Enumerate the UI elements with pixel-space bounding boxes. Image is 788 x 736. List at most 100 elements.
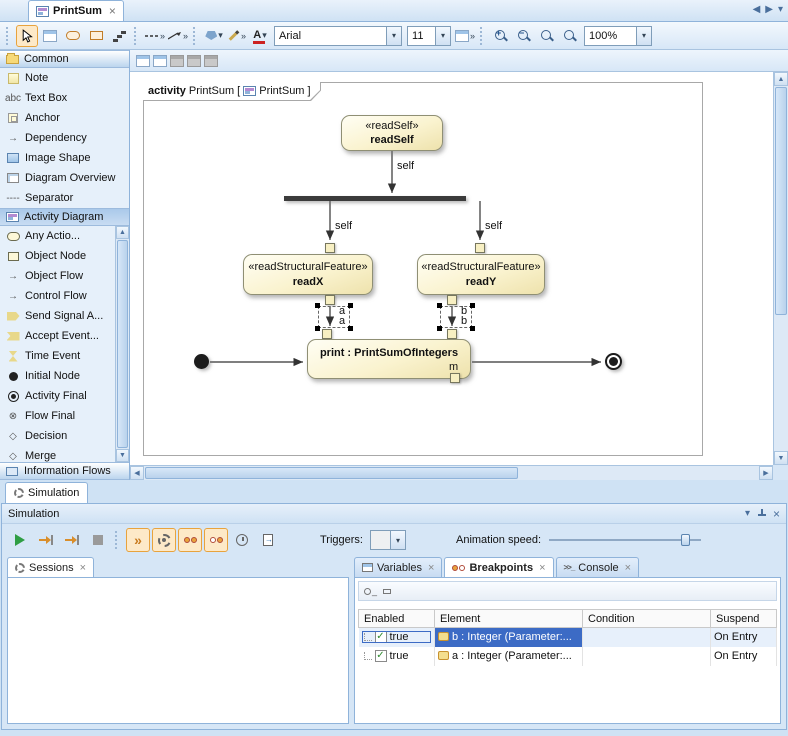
output-pin-ready[interactable]: [447, 295, 457, 305]
step-into-button[interactable]: [34, 528, 58, 552]
lasso-select-button[interactable]: [39, 25, 61, 47]
tab-console[interactable]: >>_ Console ×: [556, 557, 640, 577]
sidebar-item-image-shape[interactable]: Image Shape: [0, 148, 129, 168]
align-right-button[interactable]: [204, 55, 218, 67]
tab-simulation[interactable]: Simulation: [5, 482, 88, 503]
activity-final-node[interactable]: [605, 353, 622, 370]
scroll-right-icon[interactable]: ▶: [759, 466, 773, 480]
input-pin-readx[interactable]: [325, 243, 335, 253]
selection-handle[interactable]: [437, 326, 442, 331]
sidebar-item-flow-final[interactable]: ⊗Flow Final: [0, 406, 115, 426]
node-print[interactable]: print : PrintSumOfIntegers: [307, 339, 471, 379]
enabled-checkbox[interactable]: ✓: [375, 650, 387, 662]
sidebar-item-time-event[interactable]: Time Event: [0, 346, 115, 366]
zoom-in-button[interactable]: +: [490, 25, 512, 47]
close-icon[interactable]: ×: [109, 4, 116, 18]
close-icon[interactable]: ×: [773, 507, 780, 521]
scrollbar-thumb[interactable]: [117, 240, 128, 448]
sidebar-item-merge[interactable]: ◇Merge: [0, 446, 115, 462]
diagram-canvas[interactable]: activity PrintSum [ PrintSum ]: [130, 72, 788, 480]
sessions-content[interactable]: [7, 577, 349, 724]
tab-list-icon[interactable]: ▾: [778, 4, 783, 15]
selection-handle[interactable]: [437, 303, 442, 308]
font-size-combobox[interactable]: 11 ▾: [407, 26, 451, 46]
sidebar-item-decision[interactable]: ◇Decision: [0, 426, 115, 446]
sidebar-scrollbar[interactable]: ▲ ▼: [115, 226, 129, 462]
selection-handle[interactable]: [470, 326, 475, 331]
breakpoint-row[interactable]: ✓true b : Integer (Parameter:... On Entr…: [359, 628, 777, 647]
tab-sessions[interactable]: Sessions ×: [7, 557, 94, 577]
pin-icon[interactable]: [757, 509, 766, 518]
initial-node[interactable]: [194, 354, 209, 369]
selection-handle[interactable]: [470, 303, 475, 308]
sidebar-item-diagram-overview[interactable]: Diagram Overview: [0, 168, 129, 188]
terminate-button[interactable]: [86, 528, 110, 552]
triggers-combobox[interactable]: ▾: [370, 530, 406, 550]
suspend-cell[interactable]: On Entry: [711, 628, 777, 647]
chevron-down-icon[interactable]: ▾: [636, 27, 651, 45]
sidebar-item-dependency[interactable]: →Dependency: [0, 128, 129, 148]
edge-label-self[interactable]: self: [485, 220, 502, 232]
image-library-button[interactable]: »: [454, 25, 476, 47]
enabled-checkbox[interactable]: ✓: [375, 631, 387, 643]
input-pin-a[interactable]: [322, 329, 332, 339]
tab-printsum[interactable]: PrintSum ×: [28, 0, 124, 21]
section-activity-diagram[interactable]: Activity Diagram: [0, 208, 129, 226]
sidebar-item-any-action[interactable]: Any Actio...: [0, 226, 115, 246]
close-icon[interactable]: ×: [625, 562, 631, 574]
auto-open-diagrams-button[interactable]: [204, 528, 228, 552]
output-pin-m[interactable]: [450, 373, 460, 383]
sidebar-item-send-signal[interactable]: Send Signal A...: [0, 306, 115, 326]
pin-label-a[interactable]: a: [339, 315, 345, 327]
diagram-frame-tab[interactable]: activity PrintSum [ PrintSum ]: [143, 82, 321, 101]
section-common[interactable]: Common: [0, 50, 129, 68]
scroll-down-icon[interactable]: ▼: [774, 451, 788, 465]
step-over-button[interactable]: [60, 528, 84, 552]
section-information-flows[interactable]: Information Flows: [0, 462, 129, 480]
zoom-combobox[interactable]: 100% ▾: [584, 26, 652, 46]
export-button[interactable]: [256, 528, 280, 552]
font-color-button[interactable]: A▾: [249, 25, 271, 47]
slider-thumb[interactable]: [681, 534, 690, 546]
node-readself[interactable]: «readSelf» readSelf: [341, 115, 443, 151]
scrollbar-thumb[interactable]: [145, 467, 518, 479]
enabled-cell[interactable]: ✓true: [359, 647, 435, 666]
chevron-down-icon[interactable]: ▾: [435, 27, 450, 45]
slider-track[interactable]: [549, 539, 701, 541]
edge-label-self[interactable]: self: [335, 220, 352, 232]
scroll-down-icon[interactable]: ▼: [116, 449, 129, 462]
scrollbar-thumb[interactable]: [775, 87, 787, 315]
select-tool-button[interactable]: [16, 25, 38, 47]
fill-color-button[interactable]: ▾: [203, 25, 225, 47]
remove-breakpoint-button[interactable]: [383, 589, 391, 594]
breakpoint-row[interactable]: ✓true a : Integer (Parameter:... On Entr…: [359, 647, 777, 666]
pin-label-m[interactable]: m: [449, 361, 458, 373]
layout-diagram-button[interactable]: [136, 55, 150, 67]
sidebar-item-initial-node[interactable]: Initial Node: [0, 366, 115, 386]
nav-right-icon[interactable]: ▶: [765, 4, 773, 15]
condition-cell[interactable]: [583, 647, 711, 666]
output-pin-readx[interactable]: [325, 295, 335, 305]
options-button[interactable]: [152, 528, 176, 552]
line-style-button[interactable]: »: [144, 25, 166, 47]
oblique-path-button[interactable]: [62, 25, 84, 47]
zoom-selection-button[interactable]: [559, 25, 581, 47]
selection-handle[interactable]: [348, 303, 353, 308]
font-combobox[interactable]: Arial ▾: [274, 26, 402, 46]
run-button[interactable]: [8, 528, 32, 552]
close-icon[interactable]: ×: [428, 562, 434, 574]
align-left-button[interactable]: [170, 55, 184, 67]
scroll-up-icon[interactable]: ▲: [116, 226, 129, 239]
node-readx[interactable]: «readStructuralFeature» readX: [243, 254, 373, 295]
tab-breakpoints[interactable]: Breakpoints ×: [444, 557, 553, 577]
sidebar-item-separator[interactable]: ----Separator: [0, 188, 129, 208]
enabled-cell[interactable]: ✓true: [359, 628, 435, 647]
nav-left-icon[interactable]: ◀: [753, 4, 761, 15]
minimize-icon[interactable]: ▾: [745, 508, 750, 519]
sidebar-item-accept-event[interactable]: Accept Event...: [0, 326, 115, 346]
zoom-out-button[interactable]: −: [513, 25, 535, 47]
sidebar-item-object-node[interactable]: Object Node: [0, 246, 115, 266]
breakpoints-toggle-button[interactable]: [178, 528, 202, 552]
scroll-up-icon[interactable]: ▲: [774, 72, 788, 86]
element-cell[interactable]: b : Integer (Parameter:...: [435, 628, 583, 647]
